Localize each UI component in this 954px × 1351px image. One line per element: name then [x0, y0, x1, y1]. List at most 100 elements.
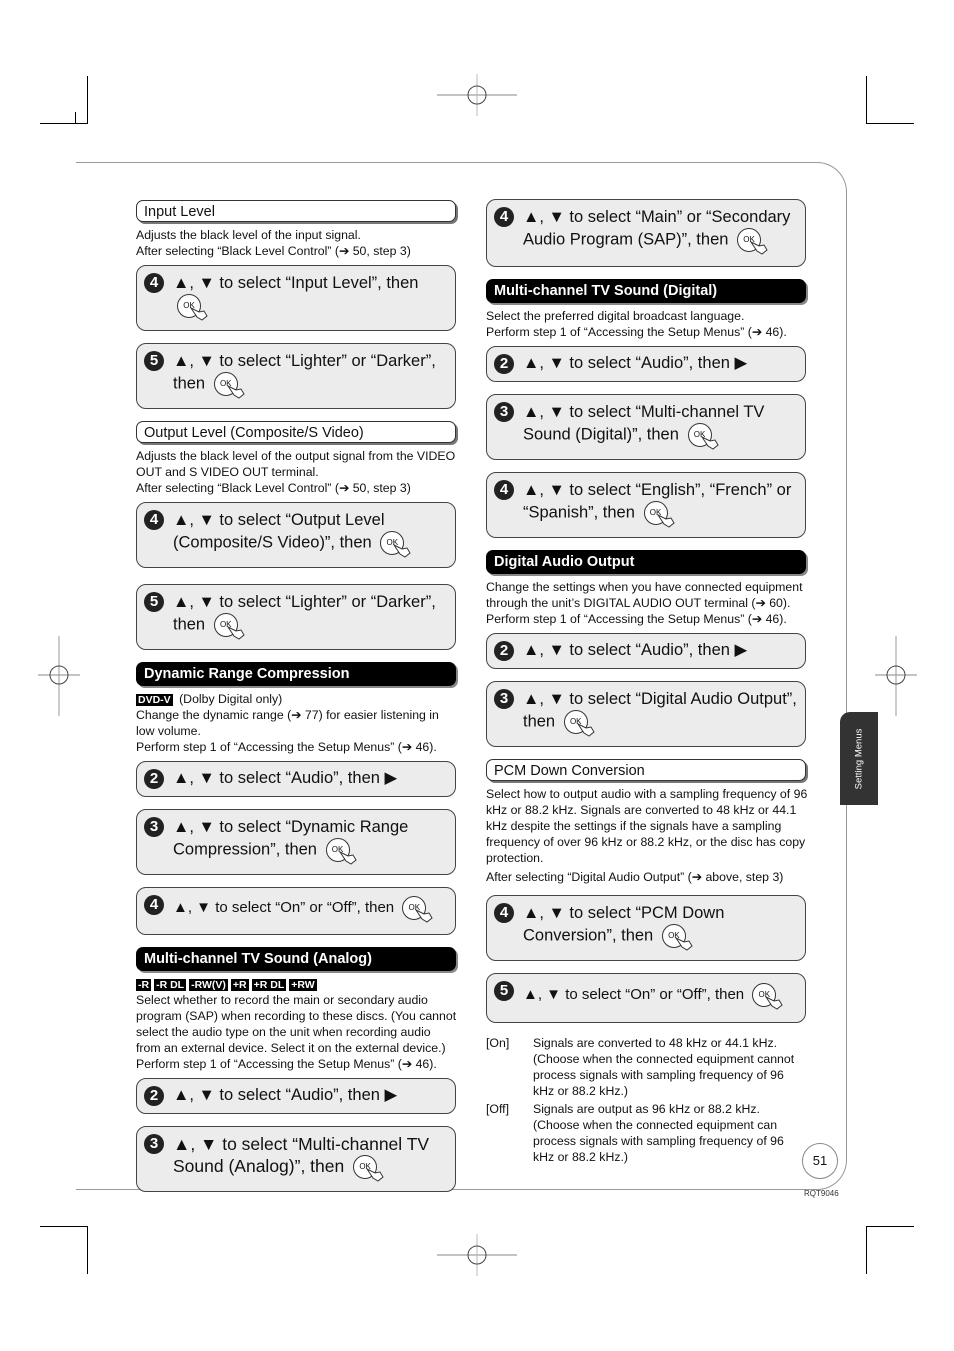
- registration-mark: [875, 636, 917, 716]
- hand-icon: [393, 543, 411, 558]
- disc-badge: -R: [136, 979, 152, 991]
- step-number: 3: [144, 1134, 164, 1154]
- crop-mark: [75, 112, 76, 123]
- ok-button-icon: OK: [643, 501, 675, 528]
- desc-line: Select whether to record the main or sec…: [136, 993, 457, 1055]
- disc-badge: +RW: [289, 979, 317, 991]
- step-box: 4 ▲, ▼ to select “Output Level (Composit…: [136, 502, 456, 568]
- mts-analog-description: -R -R DL -RW(V) +R +R DL +RW Select whether t…: [136, 976, 458, 1072]
- step-text: ▲, ▼ to select “Audio”, then ▶: [523, 354, 748, 372]
- step-text: ▲, ▼ to select “Audio”, then ▶: [173, 769, 398, 787]
- crop-mark: [866, 1226, 867, 1274]
- step-box: 4 ▲, ▼ to select “Input Level”, then OK: [136, 265, 456, 331]
- step-number: 5: [494, 981, 514, 1001]
- option-off: [Off] Signals are output as 96 kHz or 88…: [486, 1101, 808, 1165]
- step-number: 4: [144, 510, 164, 530]
- side-tab-setting-menus: Setting Menus: [840, 712, 878, 805]
- disc-badge: +R: [230, 979, 249, 991]
- desc-line: Adjusts the black level of the input sig…: [136, 228, 361, 242]
- crop-mark: [87, 1226, 88, 1274]
- step-box: 4 ▲, ▼ to select “Main” or “Secondary Au…: [486, 199, 806, 267]
- crop-mark: [866, 123, 914, 124]
- disc-badge: -R DL: [154, 979, 187, 991]
- section-title-digital-audio-output: Digital Audio Output: [486, 550, 806, 574]
- desc-line: After selecting “Black Level Control” (➔…: [136, 244, 411, 258]
- step-box: 3 ▲, ▼ to select “Digital Audio Output”,…: [486, 681, 806, 747]
- side-tab-label: Setting Menus: [853, 728, 865, 789]
- ok-button-icon: OK: [177, 294, 208, 321]
- document-code: RQT9046: [804, 1189, 839, 1198]
- desc-line: Select the preferred digital broadcast l…: [486, 309, 745, 323]
- ok-button-icon: OK: [325, 838, 357, 865]
- disc-badge: +R DL: [251, 979, 287, 991]
- step-box: 2 ▲, ▼ to select “Audio”, then ▶: [136, 761, 456, 797]
- drc-description: DVD-V (Dolby Digital only) Change the dy…: [136, 691, 458, 755]
- registration-mark: [437, 74, 517, 116]
- hand-icon: [750, 240, 768, 255]
- step-box: 5 ▲, ▼ to select “Lighter” or “Darker”, …: [136, 584, 456, 650]
- desc-line: Perform step 1 of “Accessing the Setup M…: [136, 1057, 437, 1071]
- step-text: ▲, ▼ to select “Multi-channel TV Sound (…: [173, 1134, 430, 1176]
- option-key: [Off]: [486, 1102, 510, 1116]
- step-text: ▲, ▼ to select “PCM Down Conversion”, th…: [523, 904, 725, 945]
- ok-button-icon: OK: [380, 531, 411, 558]
- registration-mark: [38, 636, 80, 716]
- step-box: 2 ▲, ▼ to select “Audio”, then ▶: [136, 1078, 456, 1114]
- hand-icon: [700, 435, 719, 450]
- hand-icon: [576, 722, 595, 737]
- option-text: Signals are output as 96 kHz or 88.2 kHz…: [533, 1102, 784, 1164]
- step-number: 3: [144, 817, 164, 837]
- step-number: 2: [494, 641, 514, 661]
- hand-icon: [190, 306, 208, 321]
- hand-icon: [415, 908, 433, 923]
- desc-line: After selecting “Digital Audio Output” (…: [486, 870, 784, 884]
- desc-line: After selecting “Black Level Control” (➔…: [136, 481, 411, 495]
- section-title-mts-digital: Multi-channel TV Sound (Digital): [486, 279, 806, 303]
- ok-button-icon: OK: [353, 1155, 384, 1182]
- mts-digital-description: Select the preferred digital broadcast l…: [486, 308, 808, 340]
- section-title-mts-analog: Multi-channel TV Sound (Analog): [136, 947, 456, 971]
- section-title-drc: Dynamic Range Compression: [136, 662, 456, 686]
- step-box: 5 ▲, ▼ to select “On” or “Off”, then OK: [486, 973, 806, 1023]
- hand-icon: [656, 513, 675, 528]
- step-text: ▲, ▼ to select “Audio”, then ▶: [523, 641, 748, 659]
- step-text: ▲, ▼ to select “Output Level (Composite/…: [173, 511, 385, 552]
- crop-mark: [866, 76, 867, 124]
- step-text: ▲, ▼ to select “On” or “Off”, then: [173, 898, 395, 916]
- hand-icon: [226, 625, 245, 640]
- step-number: 4: [144, 895, 164, 915]
- step-text: ▲, ▼ to select “Audio”, then ▶: [173, 1086, 398, 1104]
- step-text: ▲, ▼ to select “Dynamic Range Compressio…: [173, 818, 409, 859]
- ok-button-icon: OK: [213, 613, 245, 640]
- step-box: 4 ▲, ▼ to select “On” or “Off”, then OK: [136, 887, 456, 935]
- option-text: Signals are converted to 48 kHz or 44.1 …: [533, 1036, 795, 1098]
- ok-button-icon: OK: [402, 896, 433, 923]
- desc-line: Adjusts the black level of the output si…: [136, 449, 456, 479]
- hand-icon: [674, 936, 693, 951]
- step-text: ▲, ▼ to select “On” or “Off”, then: [523, 985, 745, 1003]
- step-number: 4: [494, 903, 514, 923]
- right-column: 4 ▲, ▼ to select “Main” or “Secondary Au…: [486, 199, 808, 1167]
- step-number: 4: [494, 207, 514, 227]
- hand-icon: [765, 995, 783, 1010]
- ok-button-icon: OK: [752, 983, 783, 1010]
- desc-line: Change the settings when you have connec…: [486, 580, 803, 610]
- ok-button-icon: OK: [737, 228, 768, 255]
- step-number: 3: [494, 402, 514, 422]
- hand-icon: [338, 850, 357, 865]
- option-on: [On] Signals are converted to 48 kHz or …: [486, 1035, 808, 1099]
- desc-line: Perform step 1 of “Accessing the Setup M…: [486, 325, 787, 339]
- step-number: 2: [144, 1086, 164, 1106]
- step-text: ▲, ▼ to select “Lighter” or “Darker”, th…: [173, 352, 436, 393]
- desc-line: Change the dynamic range (➔ 77) for easi…: [136, 708, 439, 738]
- pcm-description: Select how to output audio with a sampli…: [486, 786, 808, 885]
- ok-button-icon: OK: [213, 372, 245, 399]
- section-title-input-level: Input Level: [136, 200, 456, 222]
- step-box: 2 ▲, ▼ to select “Audio”, then ▶: [486, 633, 806, 669]
- step-number: 2: [144, 769, 164, 789]
- badge-note: (Dolby Digital only): [175, 692, 283, 706]
- desc-line: Select how to output audio with a sampli…: [486, 787, 808, 865]
- section-title-pcm-down-conversion: PCM Down Conversion: [486, 759, 806, 781]
- crop-mark: [866, 1226, 914, 1227]
- step-box: 4 ▲, ▼ to select “English”, “French” or …: [486, 472, 806, 538]
